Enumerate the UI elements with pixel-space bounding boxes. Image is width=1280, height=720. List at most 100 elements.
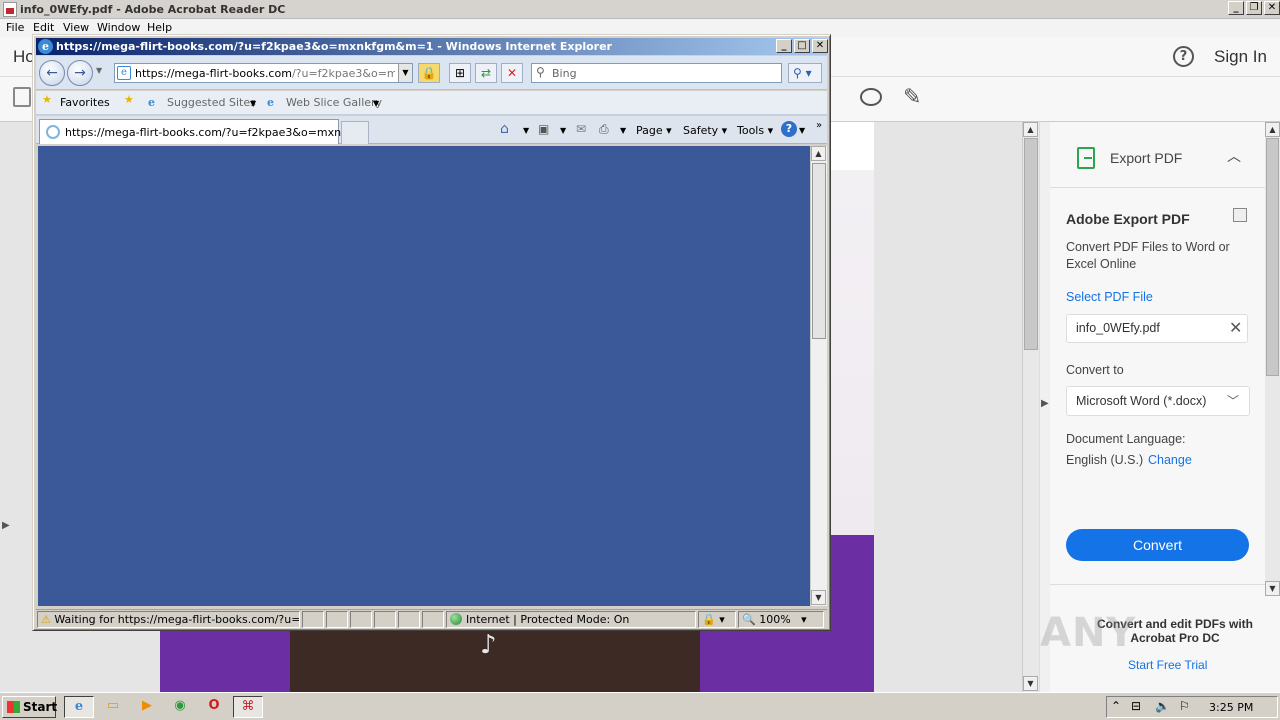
history-dropdown-icon[interactable]: ▼: [96, 66, 102, 75]
suggested-sites-link[interactable]: Suggested Sites: [167, 96, 256, 109]
menu-help[interactable]: Help: [147, 21, 172, 34]
security-zone[interactable]: Internet | Protected Mode: On: [446, 611, 696, 628]
help-icon-ie[interactable]: ?: [781, 121, 797, 137]
ie-tab-active[interactable]: https://mega-flirt-books.com/?u=f2kpae3&…: [39, 119, 369, 144]
address-text[interactable]: https://mega-flirt-books.com/?u=f2kpae3&…: [135, 67, 395, 80]
search-box[interactable]: ⚲ Bing: [531, 63, 782, 83]
tray-expand-icon[interactable]: ⌃: [1111, 699, 1121, 713]
convert-button[interactable]: Convert: [1066, 529, 1249, 561]
tools-menu[interactable]: Tools ▾: [737, 124, 773, 137]
sign-in-link[interactable]: Sign In: [1214, 47, 1267, 67]
tray-volume-icon[interactable]: 🔈: [1155, 699, 1170, 713]
selected-file-field[interactable]: info_0WEfy.pdf ✕: [1066, 314, 1248, 343]
restore-button[interactable]: ❐: [1246, 1, 1262, 15]
panel-scroll-down-icon[interactable]: ▼: [1265, 581, 1280, 596]
tray-flag-icon[interactable]: ⚐: [1179, 699, 1190, 713]
ie-close-button[interactable]: ✕: [812, 39, 828, 53]
safety-menu[interactable]: Safety ▾: [683, 124, 727, 137]
export-pdf-header[interactable]: Export PDF ︿: [1050, 122, 1265, 188]
taskbar-opera-icon[interactable]: O: [199, 696, 229, 718]
scroll-thumb[interactable]: [1024, 138, 1038, 350]
new-tab-button[interactable]: [341, 121, 369, 144]
ie-scroll-up-icon[interactable]: ▲: [811, 146, 826, 161]
zone-text: Internet | Protected Mode: On: [466, 613, 630, 626]
document-scrollbar[interactable]: ▲ ▼: [1022, 122, 1039, 692]
web-slice-dropdown-icon[interactable]: ▼: [373, 99, 379, 108]
lock-icon[interactable]: 🔒: [418, 63, 440, 83]
pen-icon[interactable]: ✎: [903, 85, 921, 110]
status-segment: [326, 611, 348, 628]
add-favorites-icon[interactable]: ★: [124, 93, 134, 106]
panel-scroll-thumb[interactable]: [1266, 138, 1279, 376]
search-button[interactable]: ⚲ ▾: [788, 63, 822, 83]
ie-scrollbar[interactable]: ▲ ▼: [810, 146, 827, 606]
taskbar-media-icon[interactable]: ▶: [132, 696, 162, 718]
address-bar[interactable]: e https://mega-flirt-books.com/?u=f2kpae…: [114, 63, 413, 83]
stop-icon[interactable]: ✕: [501, 63, 523, 83]
scroll-up-icon[interactable]: ▲: [1023, 122, 1038, 137]
page-menu[interactable]: Page ▾: [636, 124, 672, 137]
help-icon[interactable]: ?: [1173, 46, 1194, 67]
collapse-panel-arrow-icon[interactable]: ▶: [1041, 398, 1049, 409]
print-dropdown-icon[interactable]: ▼: [620, 126, 626, 135]
address-dropdown-icon[interactable]: ▼: [398, 64, 412, 82]
menu-window[interactable]: Window: [97, 21, 140, 34]
close-button[interactable]: ✕: [1264, 1, 1280, 15]
convert-to-dropdown[interactable]: Microsoft Word (*.docx) ﹀: [1066, 386, 1250, 416]
comment-icon[interactable]: [860, 88, 882, 106]
start-button[interactable]: Start: [2, 696, 57, 718]
chevron-down-icon: ﹀: [1227, 394, 1240, 408]
feeds-icon[interactable]: ▣: [538, 122, 549, 136]
protected-mode-toggle[interactable]: 🔒 ▾: [698, 611, 736, 628]
taskbar-acrobat-icon[interactable]: ⌘: [233, 696, 263, 718]
minimize-button[interactable]: _: [1228, 1, 1244, 15]
feeds-dropdown-icon[interactable]: ▼: [560, 126, 566, 135]
ie-scroll-down-icon[interactable]: ▼: [811, 590, 826, 605]
ie-scroll-thumb[interactable]: [812, 163, 826, 339]
print-icon[interactable]: ⎙: [599, 122, 609, 137]
expand-left-arrow-icon[interactable]: ▶: [2, 520, 10, 531]
taskbar-explorer-icon[interactable]: ▭: [98, 696, 128, 718]
back-arrow-icon[interactable]: ←: [39, 60, 65, 86]
taskbar-ie-icon[interactable]: e: [64, 696, 94, 718]
menu-file[interactable]: File: [6, 21, 24, 34]
ie-page-content[interactable]: [38, 146, 810, 606]
change-language-link[interactable]: Change: [1148, 453, 1192, 467]
suggested-sites-dropdown-icon[interactable]: ▼: [250, 99, 256, 108]
chevron-up-icon[interactable]: ︿: [1227, 146, 1241, 166]
taskbar-chrome-icon[interactable]: ◉: [165, 696, 195, 718]
menu-view[interactable]: View: [63, 21, 89, 34]
home-dropdown-icon[interactable]: ▼: [523, 126, 529, 135]
scroll-down-icon[interactable]: ▼: [1023, 676, 1038, 691]
pendant-icon: ♪: [480, 630, 497, 660]
copy-icon[interactable]: [1233, 208, 1247, 222]
forward-arrow-icon[interactable]: →: [67, 60, 93, 86]
help-dropdown-icon[interactable]: ▼: [799, 126, 805, 135]
page-menu-label: Page: [636, 124, 663, 137]
panel-scrollbar[interactable]: ▲ ▼: [1265, 122, 1280, 596]
save-icon[interactable]: [13, 87, 31, 107]
mail-icon[interactable]: ✉: [576, 122, 586, 136]
remove-file-icon[interactable]: ✕: [1229, 318, 1242, 338]
ie-minimize-button[interactable]: _: [776, 39, 792, 53]
home-icon[interactable]: ⌂: [500, 121, 509, 137]
status-segment: [302, 611, 324, 628]
zoom-control[interactable]: 🔍 100% ▾: [738, 611, 824, 628]
refresh-icon[interactable]: ⇄: [475, 63, 497, 83]
tray-network-icon[interactable]: ⊟: [1131, 699, 1141, 713]
start-free-trial-link[interactable]: Start Free Trial: [1128, 658, 1207, 672]
favorites-star-icon[interactable]: ★: [42, 93, 52, 106]
chevron-more-icon[interactable]: »: [816, 120, 822, 131]
tools-menu-label: Tools: [737, 124, 765, 137]
status-text: Waiting for https://mega-flirt-books.com…: [54, 613, 300, 626]
select-pdf-file-link[interactable]: Select PDF File: [1066, 290, 1153, 304]
document-language-value: English (U.S.): [1066, 453, 1144, 467]
web-slice-gallery-link[interactable]: Web Slice Gallery: [286, 96, 382, 109]
favorites-button[interactable]: Favorites: [60, 96, 110, 109]
menu-edit[interactable]: Edit: [33, 21, 54, 34]
warning-icon: ⚠: [41, 613, 51, 626]
clock[interactable]: 3:25 PM: [1209, 701, 1253, 714]
compatibility-view-icon[interactable]: ⊞: [449, 63, 471, 83]
ie-maximize-button[interactable]: □: [794, 39, 810, 53]
panel-scroll-up-icon[interactable]: ▲: [1265, 122, 1280, 137]
